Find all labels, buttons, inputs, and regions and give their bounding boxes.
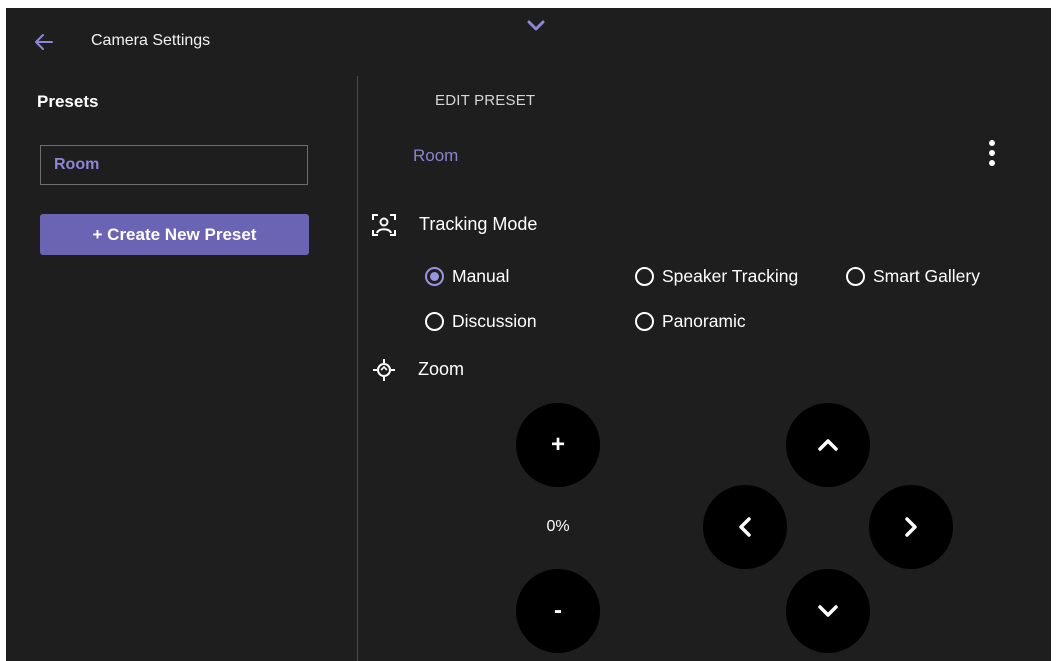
radio-label: Speaker Tracking (662, 266, 799, 286)
create-new-preset-label: + Create New Preset (92, 224, 257, 244)
radio-manual[interactable]: Manual (425, 266, 509, 287)
tilt-down-button[interactable] (786, 569, 870, 653)
zoom-out-button[interactable]: - (516, 569, 600, 653)
tilt-up-button[interactable] (786, 403, 870, 487)
radio-indicator (846, 267, 865, 286)
preset-item-label: Room (54, 156, 100, 173)
chevron-up-icon (818, 439, 838, 451)
chevron-right-icon (905, 517, 917, 537)
radio-panoramic[interactable]: Panoramic (635, 311, 746, 332)
back-button[interactable] (32, 30, 56, 54)
radio-discussion[interactable]: Discussion (425, 311, 537, 332)
arrow-left-icon (35, 34, 53, 50)
pan-right-button[interactable] (869, 485, 953, 569)
page-title: Camera Settings (91, 32, 211, 49)
presets-heading: Presets (37, 92, 99, 111)
panel-divider (357, 76, 358, 661)
radio-label: Panoramic (662, 311, 746, 331)
chevron-down-icon (527, 20, 545, 31)
pull-down-handle[interactable] (524, 18, 548, 34)
zoom-in-button[interactable]: + (516, 403, 600, 487)
radio-label: Smart Gallery (873, 266, 980, 286)
pan-left-button[interactable] (703, 485, 787, 569)
radio-indicator (635, 312, 654, 331)
tracking-mode-label: Tracking Mode (419, 214, 538, 234)
edit-preset-heading: EDIT PRESET (435, 92, 536, 109)
radio-label: Discussion (452, 311, 537, 331)
more-options-button[interactable] (980, 136, 1004, 172)
radio-label: Manual (452, 266, 510, 286)
zoom-in-label: + (550, 431, 565, 458)
camera-settings-screen: Camera Settings Presets Room + Create Ne… (6, 8, 1051, 661)
zoom-label: Zoom (418, 359, 465, 379)
face-tracking-icon (371, 212, 397, 238)
create-new-preset-button[interactable]: + Create New Preset (40, 214, 309, 255)
zoom-out-label: - (554, 597, 562, 624)
header: Camera Settings (6, 8, 1051, 74)
radio-indicator (425, 312, 444, 331)
preset-item-room[interactable]: Room (40, 145, 308, 185)
zoom-value: 0% (546, 518, 570, 535)
radio-selected-indicator (425, 267, 444, 286)
preset-name: Room (413, 146, 459, 165)
radio-indicator (635, 267, 654, 286)
zoom-icon (371, 357, 397, 383)
chevron-left-icon (739, 517, 751, 537)
radio-speaker-tracking[interactable]: Speaker Tracking (635, 266, 798, 287)
chevron-down-icon (818, 605, 838, 617)
radio-smart-gallery[interactable]: Smart Gallery (846, 266, 980, 287)
more-vertical-icon (989, 140, 995, 166)
